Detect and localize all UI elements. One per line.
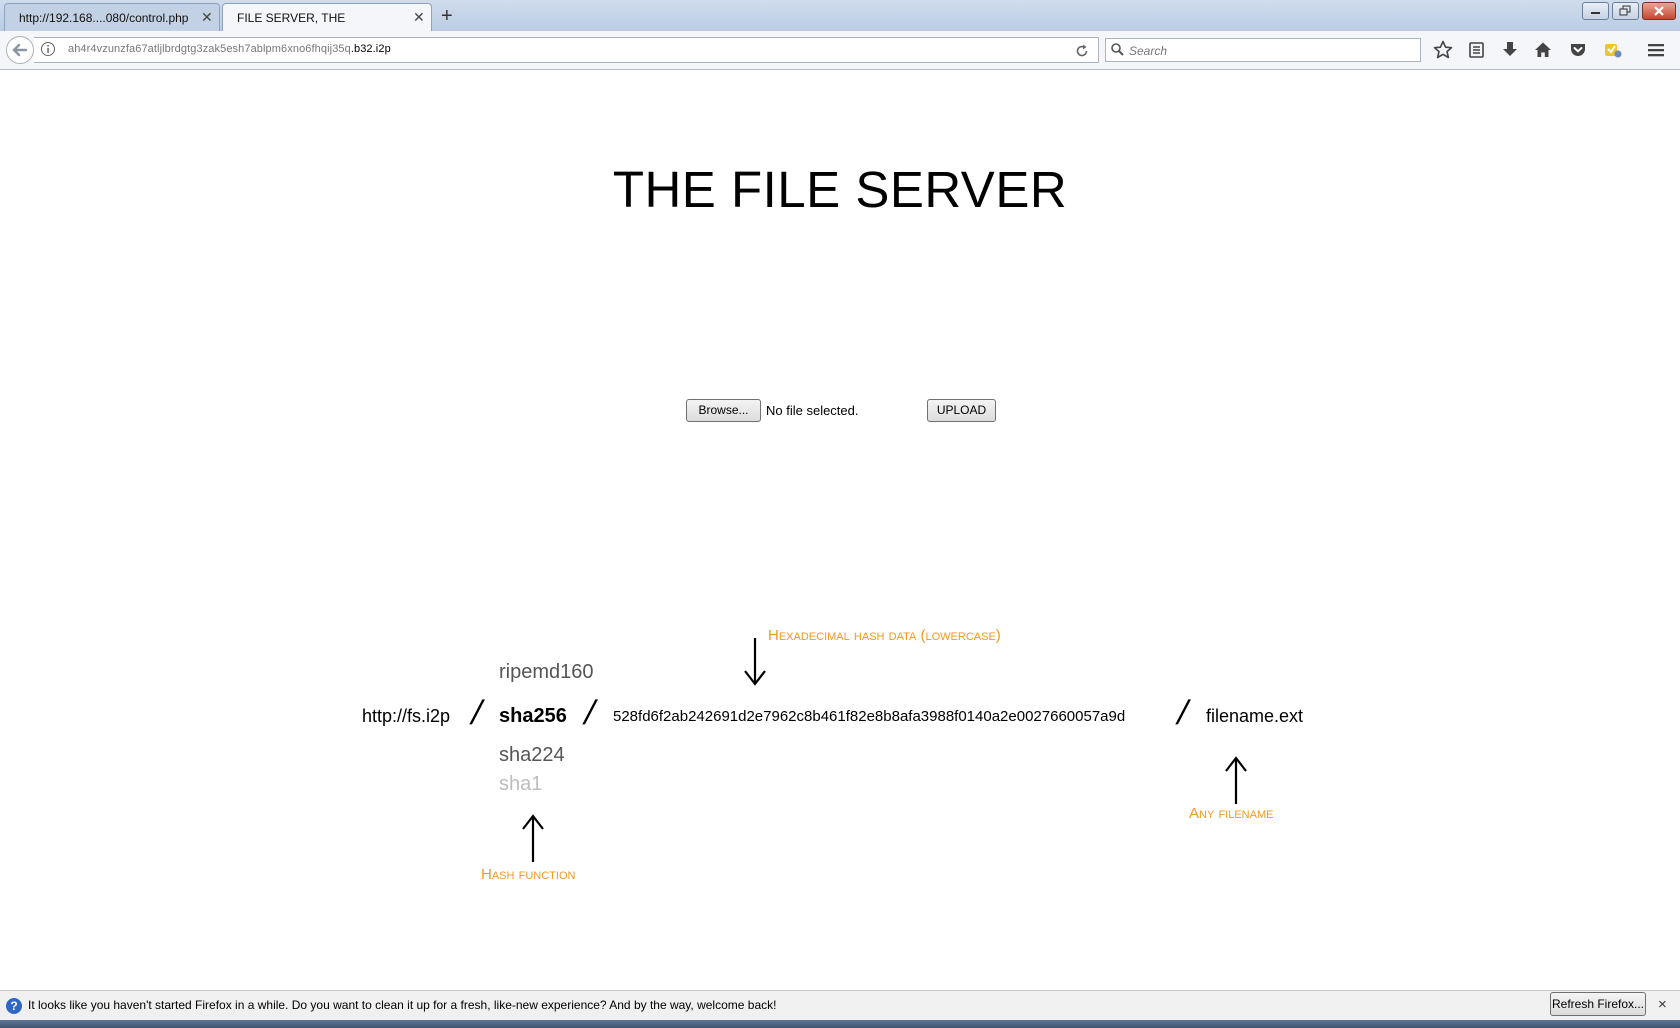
hash-option-ripemd160: ripemd160: [499, 661, 594, 683]
refresh-firefox-button[interactable]: Refresh Firefox...: [1550, 992, 1646, 1016]
pocket-icon[interactable]: [1568, 40, 1588, 60]
up-arrow-icon: [522, 814, 544, 862]
downloads-icon[interactable]: [1500, 40, 1520, 60]
reload-icon[interactable]: [1074, 43, 1090, 59]
file-status-text: No file selected.: [766, 403, 859, 418]
tab-label: FILE SERVER, THE: [237, 11, 346, 25]
up-arrow-icon: [1225, 756, 1247, 804]
base-url: http://fs.i2p: [362, 706, 451, 726]
hash-data-annotation: Hexadecimal hash data (lowercase): [768, 627, 1001, 644]
upload-button[interactable]: UPLOAD: [927, 399, 996, 422]
url-separator: /: [467, 694, 487, 732]
close-icon[interactable]: ✕: [413, 10, 425, 24]
hash-option-sha1: sha1: [499, 773, 543, 795]
url-path: ah4r4vzunzfa67atljlbrdgtg3zak5esh7ablpm6…: [68, 43, 351, 55]
site-info-icon[interactable]: [40, 41, 56, 57]
window-close-button[interactable]: [1642, 2, 1676, 20]
tab-file-server[interactable]: FILE SERVER, THE ✕: [222, 3, 432, 31]
hash-function-annotation: Hash function: [481, 866, 576, 883]
url-separator: /: [580, 694, 600, 732]
new-tab-button[interactable]: +: [441, 4, 453, 28]
home-icon[interactable]: [1533, 40, 1553, 60]
page-title: THE FILE SERVER: [612, 161, 1068, 218]
extension-icon[interactable]: [1603, 40, 1623, 60]
notification-message: It looks like you haven't started Firefo…: [28, 998, 777, 1012]
url-separator: /: [1173, 694, 1193, 732]
down-arrow-icon: [744, 638, 766, 686]
tab-label: http://192.168....080/control.php: [19, 11, 189, 25]
bookmark-star-icon[interactable]: [1433, 40, 1453, 60]
url-domain: .b32.i2p: [350, 43, 391, 55]
back-button[interactable]: [6, 36, 34, 64]
menu-icon[interactable]: [1646, 40, 1666, 60]
taskbar: [0, 1020, 1680, 1028]
reading-list-icon[interactable]: [1467, 40, 1487, 60]
search-icon: [1111, 43, 1124, 56]
browse-button[interactable]: Browse...: [686, 399, 761, 422]
search-input[interactable]: Search: [1129, 44, 1167, 58]
close-icon[interactable]: ✕: [201, 10, 213, 24]
url-text[interactable]: ah4r4vzunzfa67atljlbrdgtg3zak5esh7ablpm6…: [68, 43, 391, 55]
any-filename-annotation: Any filename: [1189, 805, 1274, 822]
restore-button[interactable]: [1612, 2, 1639, 20]
info-icon: ?: [6, 998, 22, 1014]
hash-value: 528fd6f2ab242691d2e7962c8b461f82e8b8afa3…: [613, 708, 1126, 725]
hash-option-sha224: sha224: [499, 744, 565, 766]
tab-control-php[interactable]: http://192.168....080/control.php ✕: [4, 3, 220, 31]
close-icon[interactable]: ×: [1658, 996, 1667, 1013]
minimize-button[interactable]: [1582, 2, 1609, 20]
filename-example: filename.ext: [1206, 706, 1304, 726]
hash-option-sha256: sha256: [499, 705, 567, 727]
